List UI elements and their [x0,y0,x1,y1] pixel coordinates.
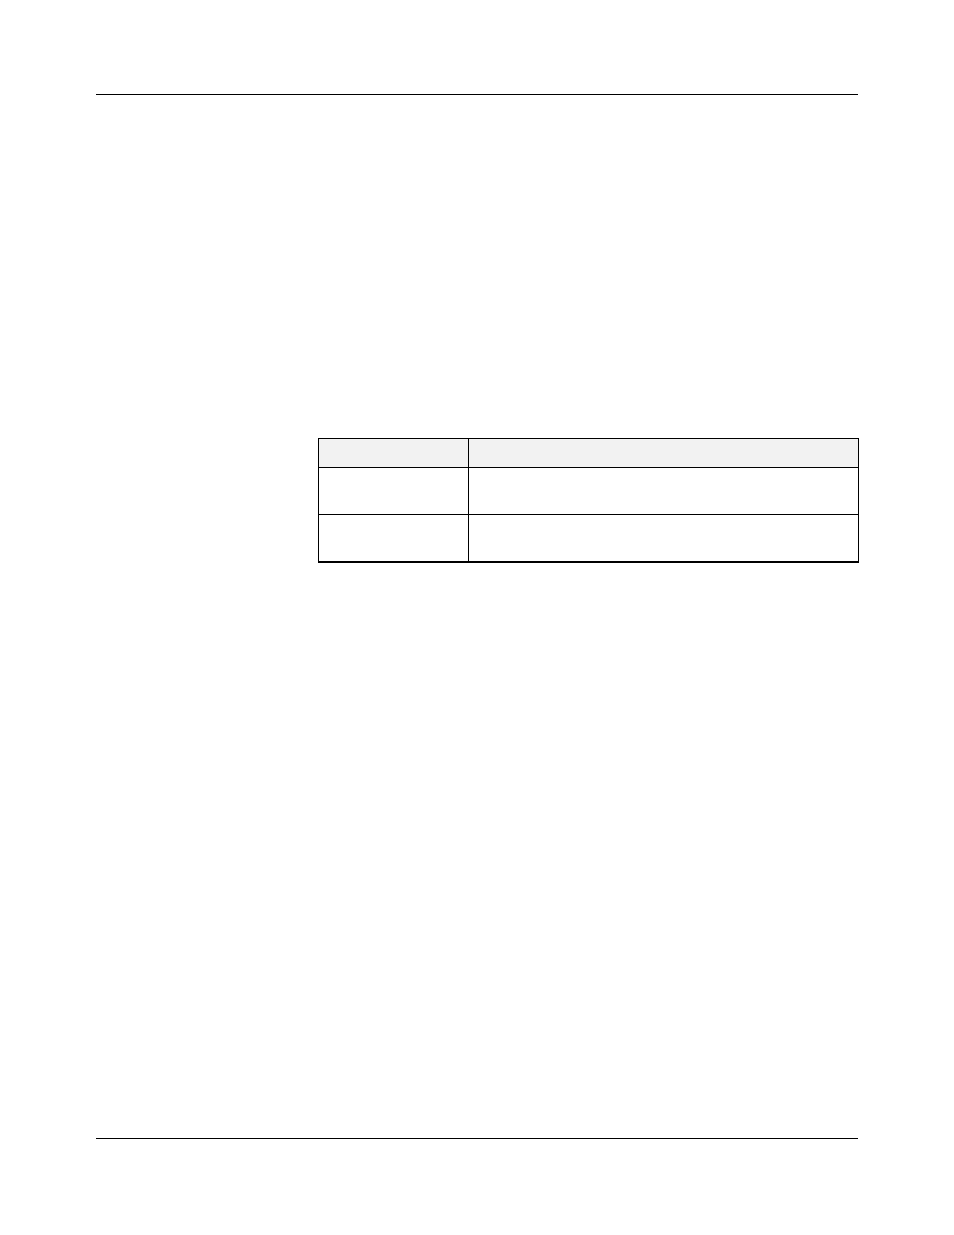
table-cell [319,468,469,515]
table-cell [319,515,469,563]
table-container [318,438,858,563]
table-row [319,515,859,563]
page [0,0,954,1235]
table-cell [469,468,859,515]
table-header-cell [469,439,859,468]
table-header-row [319,439,859,468]
table-cell [469,515,859,563]
table-row [319,468,859,515]
footer-rule [96,1138,858,1139]
data-table [318,438,859,563]
header-rule [96,94,858,95]
table-header-cell [319,439,469,468]
